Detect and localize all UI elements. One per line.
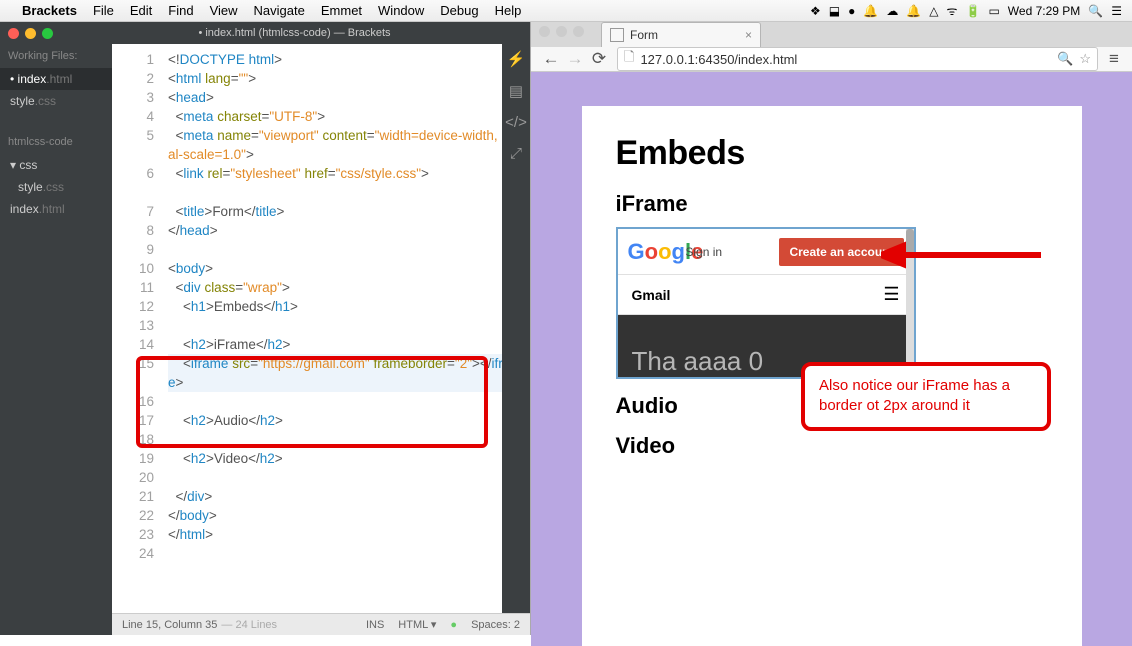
wifi-icon[interactable]: ᯤ — [947, 2, 958, 19]
language-mode[interactable]: HTML ▾ — [398, 618, 436, 631]
extensions-icon[interactable]: ▤ — [509, 82, 523, 100]
line-count: — 24 Lines — [221, 619, 277, 631]
brackets-titlebar[interactable]: • index.html (htmlcss-code) — Brackets — [0, 22, 530, 44]
working-files-header: Working Files: — [0, 44, 112, 68]
project-header[interactable]: htmlcss-code — [0, 130, 112, 154]
favicon-icon — [610, 28, 624, 42]
close-icon[interactable] — [8, 28, 19, 39]
browser-toolbar: ← → ⟳ 🗋 127.0.0.1:64350/index.html 🔍 ☆ ≡ — [531, 47, 1132, 72]
menu-file[interactable]: File — [93, 3, 114, 18]
extract-icon[interactable]: ⤢ — [510, 145, 522, 162]
menu-window[interactable]: Window — [378, 3, 424, 18]
create-account-button[interactable]: Create an account — [779, 238, 903, 266]
chrome-menu-icon[interactable]: ≡ — [1104, 49, 1124, 69]
drive-icon[interactable]: △ — [929, 4, 938, 18]
folder-css[interactable]: ▾ css — [0, 154, 112, 176]
sidebar: Working Files: • index.html style.css ht… — [0, 44, 112, 635]
dropbox-icon[interactable]: ⬓ — [829, 4, 840, 18]
notifs-icon[interactable]: ☰ — [1111, 4, 1122, 18]
zoom-icon[interactable] — [42, 28, 53, 39]
reload-button[interactable]: ⟳ — [587, 49, 611, 69]
minimize-icon[interactable] — [556, 26, 567, 37]
status-icon[interactable]: ❖ — [810, 4, 821, 18]
iframe-scrollbar[interactable] — [906, 229, 914, 377]
spotlight-icon[interactable]: 🔍 — [1088, 4, 1103, 18]
menu-debug[interactable]: Debug — [440, 3, 478, 18]
menu-app[interactable]: Brackets — [22, 3, 77, 18]
cursor-position: Line 15, Column 35 — [122, 619, 217, 631]
sidebar-item-index[interactable]: • index.html — [0, 68, 112, 90]
menu-view[interactable]: View — [210, 3, 238, 18]
minimize-icon[interactable] — [25, 28, 36, 39]
mac-menubar: Brackets File Edit Find View Navigate Em… — [0, 0, 1132, 22]
browser-window: Form × ← → ⟳ 🗋 127.0.0.1:64350/index.htm… — [530, 22, 1132, 635]
gutter: 123456789101112131415161718192021222324 — [112, 44, 164, 613]
file-style-css[interactable]: style.css — [0, 176, 112, 198]
hamburger-icon[interactable]: ☰ — [883, 284, 899, 305]
menu-help[interactable]: Help — [495, 3, 522, 18]
menu-edit[interactable]: Edit — [130, 3, 152, 18]
back-button[interactable]: ← — [539, 49, 563, 69]
zoom-icon[interactable]: 🔍 — [1057, 51, 1073, 67]
star-icon[interactable]: ☆ — [1079, 51, 1091, 67]
code-area[interactable]: <!DOCTYPE html><html lang=""><head> <met… — [164, 44, 530, 613]
brackets-window: • index.html (htmlcss-code) — Brackets W… — [0, 22, 530, 635]
right-toolstrip: ⚡ ▤ </> ⤢ — [502, 44, 530, 613]
insert-mode[interactable]: INS — [366, 619, 384, 631]
clock[interactable]: Wed 7:29 PM — [1008, 4, 1080, 18]
code-editor[interactable]: 123456789101112131415161718192021222324 … — [112, 44, 530, 613]
browser-tab[interactable]: Form × — [601, 22, 761, 47]
gmail-label: Gmail — [632, 287, 671, 303]
bell-icon[interactable]: 🔔 — [906, 4, 921, 18]
iframe-preview[interactable]: Google Sign in Create an account Gmail ☰… — [616, 227, 916, 379]
code-icon[interactable]: </> — [505, 114, 527, 131]
live-preview-icon[interactable]: ⚡ — [507, 50, 526, 68]
status-icon[interactable]: ● — [848, 4, 855, 18]
annotation-callout: Also notice our iFrame has a border ot 2… — [801, 362, 1051, 431]
menu-emmet[interactable]: Emmet — [321, 3, 362, 18]
sidebar-item-style[interactable]: style.css — [0, 90, 112, 112]
heading-iframe: iFrame — [616, 191, 1048, 217]
lint-status[interactable]: ● — [450, 619, 457, 631]
page-icon: 🗋 — [624, 48, 634, 70]
zoom-icon[interactable] — [573, 26, 584, 37]
bell-icon[interactable]: 🔔 — [863, 4, 878, 18]
heading-video: Video — [616, 433, 1048, 459]
display-icon[interactable]: ▭ — [988, 4, 999, 18]
menu-find[interactable]: Find — [168, 3, 193, 18]
tab-strip: Form × — [531, 22, 1132, 47]
window-title: • index.html (htmlcss-code) — Brackets — [67, 27, 522, 39]
close-icon[interactable] — [539, 26, 550, 37]
signin-text[interactable]: Sign in — [685, 245, 722, 259]
file-index-html[interactable]: index.html — [0, 198, 112, 220]
forward-button[interactable]: → — [563, 49, 587, 69]
battery-icon[interactable]: 🔋 — [966, 4, 981, 18]
viewport: Embeds iFrame Google Sign in Create an a… — [531, 72, 1132, 646]
menu-navigate[interactable]: Navigate — [254, 3, 305, 18]
tab-close-icon[interactable]: × — [745, 28, 752, 42]
page-h1: Embeds — [616, 134, 1048, 173]
status-bar: Line 15, Column 35 — 24 Lines INS HTML ▾… — [112, 613, 530, 635]
url-text: 127.0.0.1:64350/index.html — [640, 52, 797, 67]
tab-title: Form — [630, 28, 658, 42]
indent-mode[interactable]: Spaces: 2 — [471, 619, 520, 631]
cloud-icon[interactable]: ☁ — [886, 4, 898, 18]
address-bar[interactable]: 🗋 127.0.0.1:64350/index.html 🔍 ☆ — [617, 47, 1098, 71]
